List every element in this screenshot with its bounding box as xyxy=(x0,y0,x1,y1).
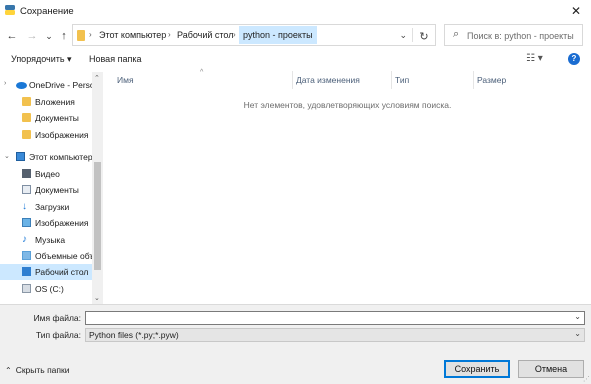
sidebar-item-label: Изображения xyxy=(35,218,89,228)
sidebar-item-onedrive-pictures[interactable]: Изображения xyxy=(0,127,92,143)
navigation-bar: ← → ⌄ ↑ › Этот компьютер › Рабочий стол … xyxy=(0,24,591,48)
empty-folder-message: Нет элементов, удовлетворяющих условиям … xyxy=(243,100,452,110)
sidebar-item-onedrive[interactable]: › OneDrive - Person xyxy=(0,77,92,93)
downloads-icon: ↓ xyxy=(22,201,27,212)
video-icon xyxy=(22,169,31,178)
sidebar-item-label: Загрузки xyxy=(35,202,70,212)
sidebar-item-onedrive-documents[interactable]: Документы xyxy=(0,110,92,126)
sidebar-item-music[interactable]: ♪ Музыка xyxy=(0,232,92,248)
column-header-type[interactable]: Тип xyxy=(395,75,409,85)
sidebar-item-label: OS (C:) xyxy=(35,284,64,294)
up-arrow-icon[interactable]: ↑ xyxy=(56,27,72,45)
command-bar: Упорядочить ▾ Новая папка ☷ ▾ ? xyxy=(0,51,591,69)
close-icon[interactable]: ✕ xyxy=(561,0,591,22)
sidebar-item-label: Вложения xyxy=(35,97,75,107)
filetype-value: Python files (*.py;*.pyw) xyxy=(89,330,179,340)
sidebar-item-label: Объемные объекты xyxy=(35,251,92,261)
drive-icon xyxy=(22,284,31,293)
scroll-up-icon[interactable]: ⌃ xyxy=(94,74,100,82)
filename-label: Имя файла: xyxy=(33,313,81,323)
folder-icon xyxy=(22,97,31,106)
desktop-icon xyxy=(22,267,31,276)
column-divider[interactable] xyxy=(473,71,474,89)
onedrive-cloud-icon xyxy=(16,82,27,89)
sidebar-item-label: Рабочий стол xyxy=(35,267,89,277)
sidebar-item-os-c[interactable]: OS (C:) xyxy=(0,281,92,297)
folder-icon xyxy=(22,130,31,139)
sidebar-item-label: Этот компьютер xyxy=(29,152,92,162)
scrollbar-thumb[interactable] xyxy=(94,162,101,270)
scroll-down-icon[interactable]: ⌄ xyxy=(94,294,100,302)
sidebar-item-desktop[interactable]: Рабочий стол xyxy=(0,264,92,280)
breadcrumb-current-folder[interactable]: python - проекты xyxy=(239,26,317,44)
sidebar-item-label: Музыка xyxy=(35,235,66,245)
address-dropdown-icon[interactable]: ⌄ xyxy=(399,30,407,41)
chevron-up-icon: ⌃ xyxy=(5,366,12,375)
view-options-icon[interactable]: ☷ ▾ xyxy=(526,53,543,64)
sidebar-item-documents[interactable]: Документы xyxy=(0,182,92,198)
breadcrumb-this-pc[interactable]: Этот компьютер xyxy=(99,30,166,40)
chevron-down-icon[interactable]: ⌄ xyxy=(574,329,581,338)
breadcrumb-separator-icon[interactable]: › xyxy=(168,30,171,39)
breadcrumb-separator-icon[interactable]: › xyxy=(233,30,236,39)
file-list[interactable]: ^ Имя Дата изменения Тип Размер Нет элем… xyxy=(104,69,591,303)
sidebar-item-attachments[interactable]: Вложения xyxy=(0,94,92,110)
python-app-icon xyxy=(5,5,15,15)
folder-icon xyxy=(77,30,85,41)
sidebar-item-label: Документы xyxy=(35,113,79,123)
breadcrumb-desktop[interactable]: Рабочий стол xyxy=(177,30,234,40)
search-icon: ⌕ xyxy=(453,28,460,40)
chevron-right-icon[interactable]: › xyxy=(4,80,6,87)
breadcrumb-separator-icon: › xyxy=(89,30,92,39)
address-bar[interactable]: › Этот компьютер › Рабочий стол › python… xyxy=(72,24,436,46)
filetype-select[interactable]: Python files (*.py;*.pyw) ⌄ xyxy=(85,328,585,342)
column-divider[interactable] xyxy=(292,71,293,89)
sidebar-item-label: Документы xyxy=(35,185,79,195)
back-arrow-icon[interactable]: ← xyxy=(4,27,20,45)
search-input[interactable] xyxy=(467,28,579,43)
search-box[interactable]: ⌕ xyxy=(444,24,583,46)
3d-objects-icon xyxy=(22,251,31,260)
chevron-down-icon[interactable]: ⌄ xyxy=(4,152,10,160)
filetype-label: Тип файла: xyxy=(35,330,81,340)
column-divider[interactable] xyxy=(391,71,392,89)
sidebar-item-this-pc[interactable]: ⌄ Этот компьютер xyxy=(0,149,92,165)
organize-button[interactable]: Упорядочить ▾ xyxy=(11,54,72,65)
address-divider xyxy=(412,28,413,42)
sidebar-item-pictures[interactable]: Изображения xyxy=(0,215,92,231)
recent-locations-chevron-icon[interactable]: ⌄ xyxy=(41,27,57,45)
sidebar-item-3d-objects[interactable]: Объемные объекты xyxy=(0,248,92,264)
column-header-size[interactable]: Размер xyxy=(477,75,506,85)
new-folder-button[interactable]: Новая папка xyxy=(89,54,141,64)
help-icon[interactable]: ? xyxy=(568,53,580,65)
save-button[interactable]: Сохранить xyxy=(444,360,510,378)
sidebar-item-downloads[interactable]: ↓ Загрузки xyxy=(0,199,92,215)
chevron-down-icon[interactable]: ⌄ xyxy=(574,312,581,321)
documents-icon xyxy=(22,185,31,194)
forward-arrow-icon[interactable]: → xyxy=(24,27,40,45)
filename-combobox[interactable]: ⌄ xyxy=(85,311,585,325)
sort-ascending-icon: ^ xyxy=(200,69,204,76)
title-bar: Сохранение ✕ xyxy=(0,0,591,22)
column-header-name[interactable]: Имя xyxy=(117,75,134,85)
computer-icon xyxy=(16,152,25,161)
hide-folders-label: Скрыть папки xyxy=(15,365,70,375)
music-icon: ♪ xyxy=(22,234,27,245)
sidebar-item-videos[interactable]: Видео xyxy=(0,166,92,182)
filename-input[interactable] xyxy=(86,312,566,324)
sidebar-item-label: OneDrive - Person xyxy=(29,80,92,90)
sidebar-scrollbar[interactable]: ⌃ ⌄ xyxy=(92,72,103,304)
cancel-button[interactable]: Отмена xyxy=(518,360,584,378)
sidebar-item-label: Изображения xyxy=(35,130,89,140)
pictures-icon xyxy=(22,218,31,227)
navigation-pane: › OneDrive - Person Вложения Документы И… xyxy=(0,72,103,304)
resize-grip-icon[interactable]: ⋰ xyxy=(583,375,590,383)
hide-folders-toggle[interactable]: ⌃ Скрыть папки xyxy=(5,365,69,375)
window-title: Сохранение xyxy=(20,6,74,17)
column-header-date-modified[interactable]: Дата изменения xyxy=(296,75,360,85)
save-options-panel: Имя файла: ⌄ Тип файла: Python files (*.… xyxy=(0,304,591,384)
folder-icon xyxy=(22,113,31,122)
sidebar-item-label: Видео xyxy=(35,169,60,179)
refresh-icon[interactable]: ↻ xyxy=(416,28,432,44)
